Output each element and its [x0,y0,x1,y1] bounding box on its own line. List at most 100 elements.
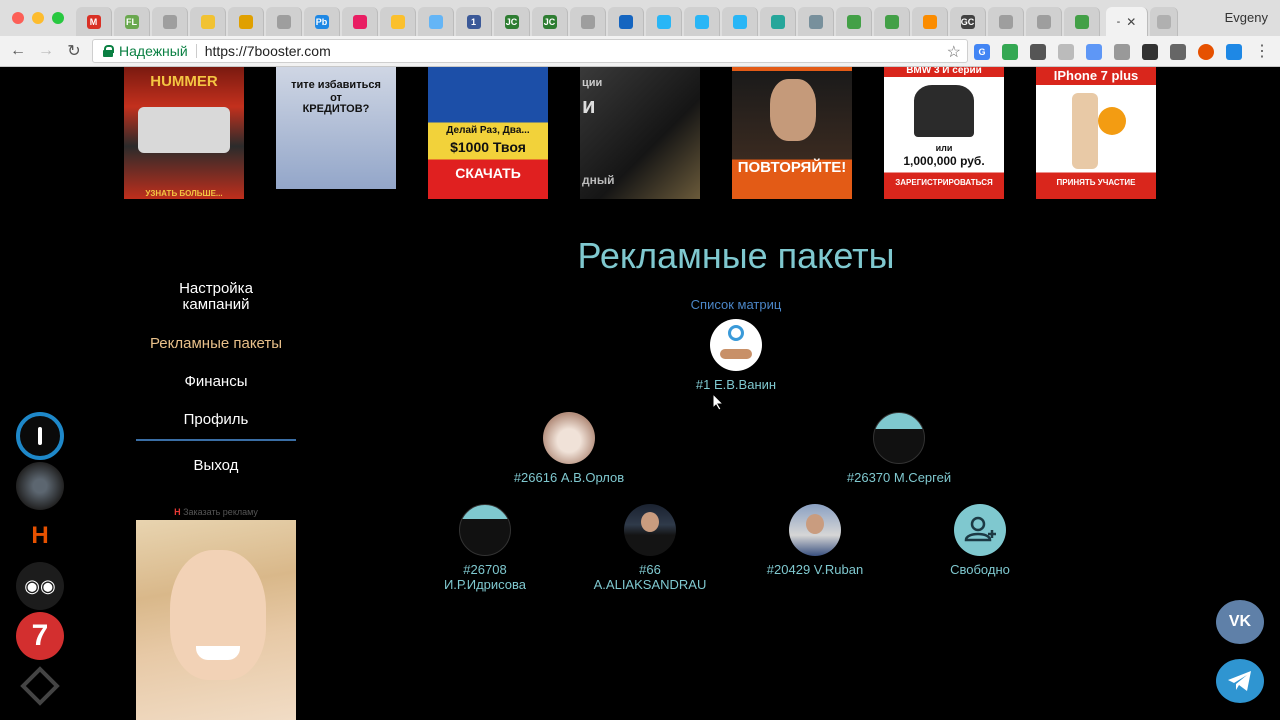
back-button[interactable]: ← [8,41,28,61]
bookmark-star-icon[interactable]: ☆ [947,42,961,62]
banner-dark[interactable]: ции и дный [580,67,700,199]
matrix-node-level1-left[interactable]: #26616 А.В.Орлов [469,412,669,485]
power-bar [38,427,42,445]
browser-tab[interactable] [722,7,758,36]
menu-icon[interactable]: ⋮ [1252,41,1272,61]
banner-text: и [582,93,596,118]
matrix-node-level2-free[interactable]: Свободно [880,504,1080,577]
maximize-window-button[interactable] [52,12,64,24]
browser-tab[interactable] [190,7,226,36]
matrix-node-level1-right[interactable]: #26370 М.Сергей [799,412,999,485]
q-icon [922,14,937,29]
browser-tab[interactable] [912,7,948,36]
menu-item-ad-packages[interactable]: Рекламные пакеты [136,335,296,352]
browser-tab[interactable] [342,7,378,36]
phone-image [1072,93,1098,169]
address-bar[interactable]: Надежный https://7booster.com ☆ [92,39,968,63]
ad-photo[interactable] [136,520,296,720]
banner-download[interactable]: Делай Раз, Два... $1000 Твоя СКАЧАТЬ [428,67,548,199]
logo-icon [728,325,744,341]
extension-icon[interactable] [1002,44,1018,60]
gmail-icon: M [86,14,101,29]
browser-tab[interactable] [988,7,1024,36]
banner-bmw[interactable]: BMW 3 И серии или 1,000,000 руб. ЗАРЕГИС… [884,67,1004,199]
banner-text: УЗНАТЬ БОЛЬШЕ... [145,189,223,198]
telegram-button[interactable] [1216,659,1264,703]
node-label: #26370 М.Сергей [846,470,952,485]
speaker-photo [914,85,974,137]
browser-tab[interactable] [608,7,644,36]
browser-tab[interactable]: JC [494,7,530,36]
minimize-window-button[interactable] [32,12,44,24]
browser-tab[interactable] [570,7,606,36]
matrix-list-link[interactable]: Список матриц [636,297,836,312]
page-icon [276,14,291,29]
banner-repeat[interactable]: ПОВТОРЯЙТЕ! [732,67,852,199]
banner-credits[interactable]: тите избавиться от КРЕДИТОВ? [276,67,396,189]
page-icon [998,14,1013,29]
banner-text: 1,000,000 руб. [903,154,985,168]
cube-icon[interactable] [1142,44,1158,60]
menu-item-campaign-settings[interactable]: Настройка кампаний [136,281,296,313]
extension-icon[interactable] [1086,44,1102,60]
profile-name[interactable]: Evgeny [1225,10,1268,25]
browser-tab[interactable] [380,7,416,36]
extension-icon[interactable] [1114,44,1130,60]
vk-button[interactable]: VK [1216,600,1264,644]
reload-button[interactable]: ↻ [64,41,84,61]
tab-active[interactable]: - ✕ [1106,7,1148,36]
browser-tab[interactable]: Pb [304,7,340,36]
globe-grid-icon[interactable] [16,462,64,510]
red-icon [352,14,367,29]
translate-icon[interactable]: G [974,44,990,60]
browser-tab[interactable] [684,7,720,36]
gc-icon: GC [960,14,975,29]
extension-icon[interactable] [1170,44,1186,60]
browser-tab[interactable]: GC [950,7,986,36]
browser-tab[interactable] [228,7,264,36]
power-ring-icon[interactable] [16,412,64,460]
forward-button[interactable]: → [36,41,56,61]
h-logo-icon[interactable]: H [16,512,64,560]
close-tab-icon[interactable]: ✕ [1126,15,1136,29]
shield-icon[interactable] [1058,44,1074,60]
close-window-button[interactable] [12,12,24,24]
browser-tab[interactable]: JC [532,7,568,36]
banner-text: $1000 Твоя [450,139,526,155]
menu-item-profile[interactable]: Профиль [136,411,296,428]
eyes-icon[interactable]: ◉◉ [16,562,64,610]
banner-hummer[interactable]: HUMMER УЗНАТЬ БОЛЬШЕ... [124,67,244,199]
tab-blank[interactable] [1150,7,1178,36]
extension-icon[interactable] [1030,44,1046,60]
browser-tab[interactable] [798,7,834,36]
browser-tab[interactable] [418,7,454,36]
node-label: #26616 А.В.Орлов [513,470,625,485]
browser-tab[interactable]: FL [114,7,150,36]
diamond-logo-icon[interactable] [16,662,64,710]
seven-logo-icon[interactable]: 7 [16,612,64,660]
browser-tab[interactable] [1026,7,1062,36]
banner-iphone[interactable]: IPhone 7 plus ПРИНЯТЬ УЧАСТИЕ [1036,67,1156,199]
browser-tab[interactable] [152,7,188,36]
avatar [789,504,841,556]
browser-tab[interactable] [1064,7,1100,36]
browser-tab[interactable] [760,7,796,36]
banner-text: ПРИНЯТЬ УЧАСТИЕ [1056,178,1136,187]
browser-tab[interactable]: M [76,7,112,36]
menu-item-finance[interactable]: Финансы [136,373,296,390]
matrix-node-root[interactable]: #1 Е.В.Ванин [636,319,836,392]
browser-tab[interactable]: 1 [456,7,492,36]
order-ad-link[interactable]: H Заказать рекламу [136,507,296,517]
avatar [624,504,676,556]
extension-icon[interactable] [1226,44,1242,60]
free-slot-icon [964,516,996,542]
menu-item-logout[interactable]: Выход [136,457,296,474]
browser-tab[interactable] [836,7,872,36]
extension-icon[interactable] [1198,44,1214,60]
banner-text: КРЕДИТОВ? [302,103,370,115]
yellow-icon [200,14,215,29]
browser-tab[interactable] [266,7,302,36]
user-icon [1074,14,1089,29]
browser-tab[interactable] [874,7,910,36]
browser-tab[interactable] [646,7,682,36]
